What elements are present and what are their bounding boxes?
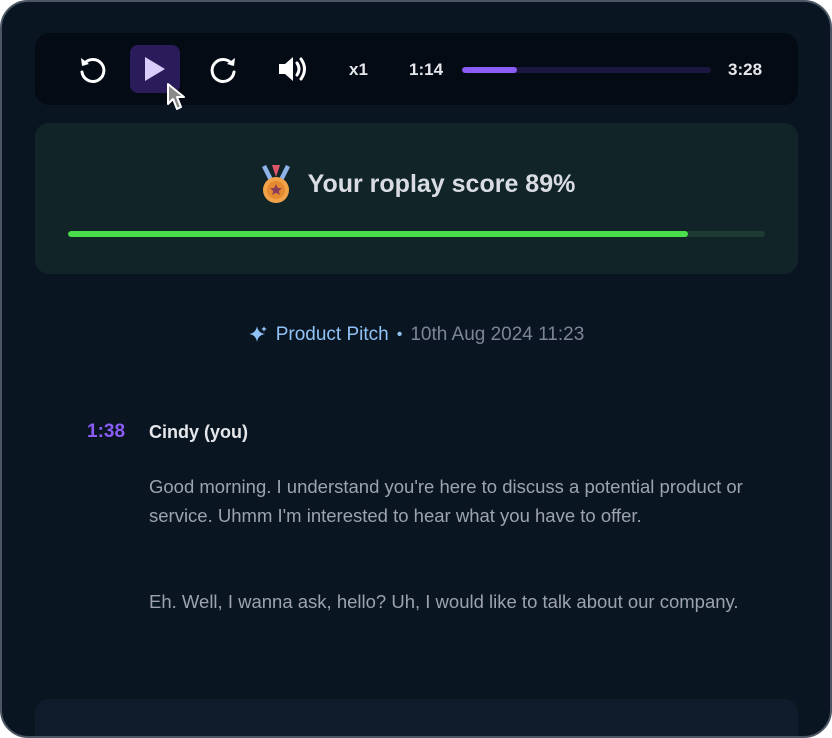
current-time: 1:14 [409,60,444,79]
session-topic: Product Pitch [275,324,389,345]
mouse-cursor-icon [167,83,185,110]
session-meta: Product Pitch • 10th Aug 2024 11:23 [2,324,830,346]
rewind-icon [80,57,106,83]
playback-speed-button[interactable]: x1 [349,60,368,80]
session-date: 10th Aug 2024 11:23 [410,324,585,345]
score-progress-fill [68,231,689,237]
total-time: 3:28 [728,60,763,79]
score-progress-bar [68,231,765,237]
next-card [35,699,798,736]
app-window: x1 1:14 3:28 Your roplay score 89% Produ… [0,0,832,738]
transcript-paragraph: Good morning. I understand you're here t… [149,476,743,526]
volume-icon [279,57,306,81]
score-text: Your roplay score 89% [307,169,576,198]
audio-player: x1 1:14 3:28 [35,33,798,110]
transcript-paragraph: Eh. Well, I wanna ask, hello? Uh, I woul… [149,591,739,612]
seek-bar[interactable] [462,67,711,73]
score-heading: Your roplay score 89% [35,163,798,205]
volume-button[interactable] [273,33,313,105]
forward-icon [210,57,236,83]
separator-dot: • [396,326,403,343]
rewind-button[interactable] [71,33,111,105]
score-card: Your roplay score 89% [35,123,798,274]
play-icon [145,57,165,81]
sparkle-icon [248,326,267,342]
transcript-timestamp[interactable]: 1:38 [87,421,125,443]
speaker-name: Cindy (you) [149,422,248,442]
medal-icon [261,165,290,203]
seek-bar-fill [462,67,517,73]
forward-button[interactable] [205,33,245,105]
